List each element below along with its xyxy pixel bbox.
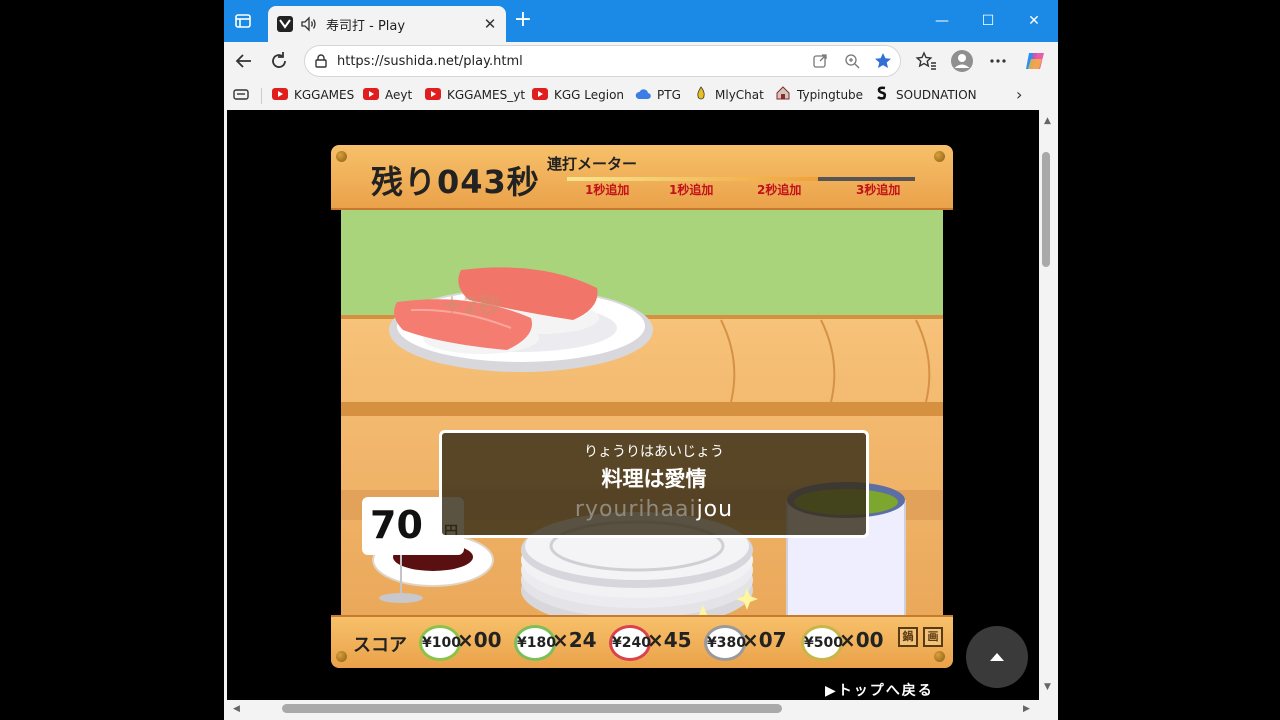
title-bar: 寿司打 - Play ✕ + — ☐ ✕ (224, 0, 1058, 42)
scroll-up-icon[interactable]: ▲ (1044, 116, 1051, 126)
scroll-left-icon[interactable]: ◀ (233, 704, 240, 714)
plate-coin: ¥100 (419, 625, 461, 661)
bookmark-kggames[interactable]: KGGAMES (272, 86, 354, 106)
nail-icon (934, 151, 945, 162)
scroll-to-top-button[interactable] (966, 626, 1028, 688)
bookmark-mlychat[interactable]: MlyChat (693, 86, 764, 106)
romaji-remaining: jou (696, 497, 734, 522)
cloud-icon (635, 87, 651, 100)
scroll-down-icon[interactable]: ▼ (1044, 682, 1051, 692)
time-bonus-text: ＋2秒 (441, 294, 501, 319)
sushida-game[interactable]: 残り043秒 連打メーター 1秒追加 1秒追加 2秒追加 3秒追加 ＋2秒 70… (331, 145, 953, 668)
vertical-scroll-thumb[interactable] (1042, 152, 1050, 267)
plate-count: ×45 (647, 628, 692, 652)
site-info-icon[interactable] (313, 53, 329, 69)
romaji-typed: ryourihaai (574, 497, 697, 522)
tab-title: 寿司打 - Play (326, 19, 406, 34)
youtube-icon (363, 88, 379, 100)
meter-mark: 1秒追加 (585, 183, 630, 197)
combo-meter-label: 連打メーター (547, 155, 638, 173)
plate-coin: ¥500 (801, 625, 843, 661)
browser-window: 寿司打 - Play ✕ + — ☐ ✕ https://sushida.net… (224, 0, 1058, 720)
prompt-romaji: ryourihaaijou (442, 497, 866, 522)
bookmarks-bar: KGGAMES Aeyt KGGAMES_yt KGG Legion PTG M… (224, 80, 1058, 110)
favorites-icon[interactable] (914, 49, 938, 73)
scroll-right-icon[interactable]: ▶ (1023, 704, 1030, 714)
plate-count: ×00 (457, 628, 502, 652)
flame-icon (693, 86, 709, 100)
meter-mark: 1秒追加 (669, 183, 714, 197)
meter-mark: 2秒追加 (757, 183, 802, 197)
meter-mark: 3秒追加 (856, 183, 901, 197)
plate-coin: ¥240 (609, 625, 651, 661)
plate-count: ×24 (552, 628, 597, 652)
speaker-icon[interactable] (300, 15, 318, 33)
price-value: 70 (370, 503, 423, 547)
profile-avatar-icon[interactable] (950, 49, 974, 73)
more-menu-icon[interactable] (986, 49, 1010, 73)
typing-prompt: りょうりはあいじょう 料理は愛情 ryourihaaijou (439, 430, 869, 538)
maximize-icon[interactable]: ☐ (974, 8, 1002, 34)
plate-count: ×00 (839, 628, 884, 652)
collections-icon[interactable] (232, 87, 250, 103)
back-icon[interactable] (232, 49, 256, 73)
game-top-bar: 残り043秒 連打メーター 1秒追加 1秒追加 2秒追加 3秒追加 (331, 145, 953, 210)
sound-toggle-button[interactable]: 鍋 (898, 627, 918, 647)
screen-toggle-button[interactable]: 画 (923, 627, 943, 647)
plate-coin: ¥180 (514, 625, 556, 661)
youtube-icon (425, 88, 441, 100)
bookmark-soudnation[interactable]: SOUDNATION (874, 86, 977, 106)
time-left: 残り043秒 (371, 163, 540, 201)
plate-coin: ¥380 (704, 625, 746, 661)
nail-icon (336, 651, 347, 662)
tab-sushida[interactable]: 寿司打 - Play ✕ (268, 6, 506, 42)
house-icon (775, 86, 791, 100)
bookmark-typingtube[interactable]: Typingtube (775, 86, 863, 106)
reload-icon[interactable] (267, 49, 291, 73)
sushida-favicon-icon (276, 15, 294, 33)
toolbar: https://sushida.net/play.html (224, 42, 1058, 80)
favorite-star-icon[interactable] (873, 51, 893, 71)
horizontal-scroll-thumb[interactable] (282, 704, 782, 713)
copilot-icon[interactable] (1023, 49, 1047, 73)
page-viewport: 残り043秒 連打メーター 1秒追加 1秒追加 2秒追加 3秒追加 ＋2秒 70… (227, 110, 1039, 700)
close-window-icon[interactable]: ✕ (1020, 8, 1048, 34)
nail-icon (336, 151, 347, 162)
bookmarks-divider (261, 88, 262, 104)
game-scene: ＋2秒 70 円 りょうりはあいじょう 料理は愛情 ryourihaaijou (341, 210, 943, 615)
open-in-app-icon[interactable] (811, 52, 829, 70)
nail-icon (934, 651, 945, 662)
youtube-icon (272, 88, 288, 100)
new-tab-icon[interactable]: + (512, 9, 534, 32)
zoom-icon[interactable] (843, 52, 861, 70)
score-bar: スコア ¥100 ×00 ¥180 ×24 ¥240 ×45 ¥380 ×07 (331, 615, 953, 668)
bookmark-ptg[interactable]: PTG (635, 86, 681, 106)
score-label: スコア (353, 635, 407, 656)
close-tab-icon[interactable]: ✕ (480, 14, 500, 34)
arrow-up-icon (990, 653, 1004, 661)
youtube-icon (532, 88, 548, 100)
bookmark-kgg-legion[interactable]: KGG Legion (532, 86, 624, 106)
back-to-top-link[interactable]: ▶トップへ戻る (825, 680, 934, 700)
s-logo-icon (874, 86, 890, 100)
minimize-icon[interactable]: — (928, 8, 956, 34)
bookmark-aeyt[interactable]: Aeyt (363, 86, 412, 106)
plate-count: ×07 (742, 628, 787, 652)
prompt-text: 料理は愛情 (601, 467, 707, 491)
bookmarks-overflow-chevron-icon[interactable]: › (1016, 85, 1030, 105)
tab-actions-icon[interactable] (232, 10, 254, 32)
bookmark-kggames-yt[interactable]: KGGAMES_yt (425, 86, 525, 106)
url-text: https://sushida.net/play.html (337, 54, 523, 69)
address-bar[interactable]: https://sushida.net/play.html (304, 45, 901, 77)
prompt-kana: りょうりはあいじょう (584, 444, 724, 460)
